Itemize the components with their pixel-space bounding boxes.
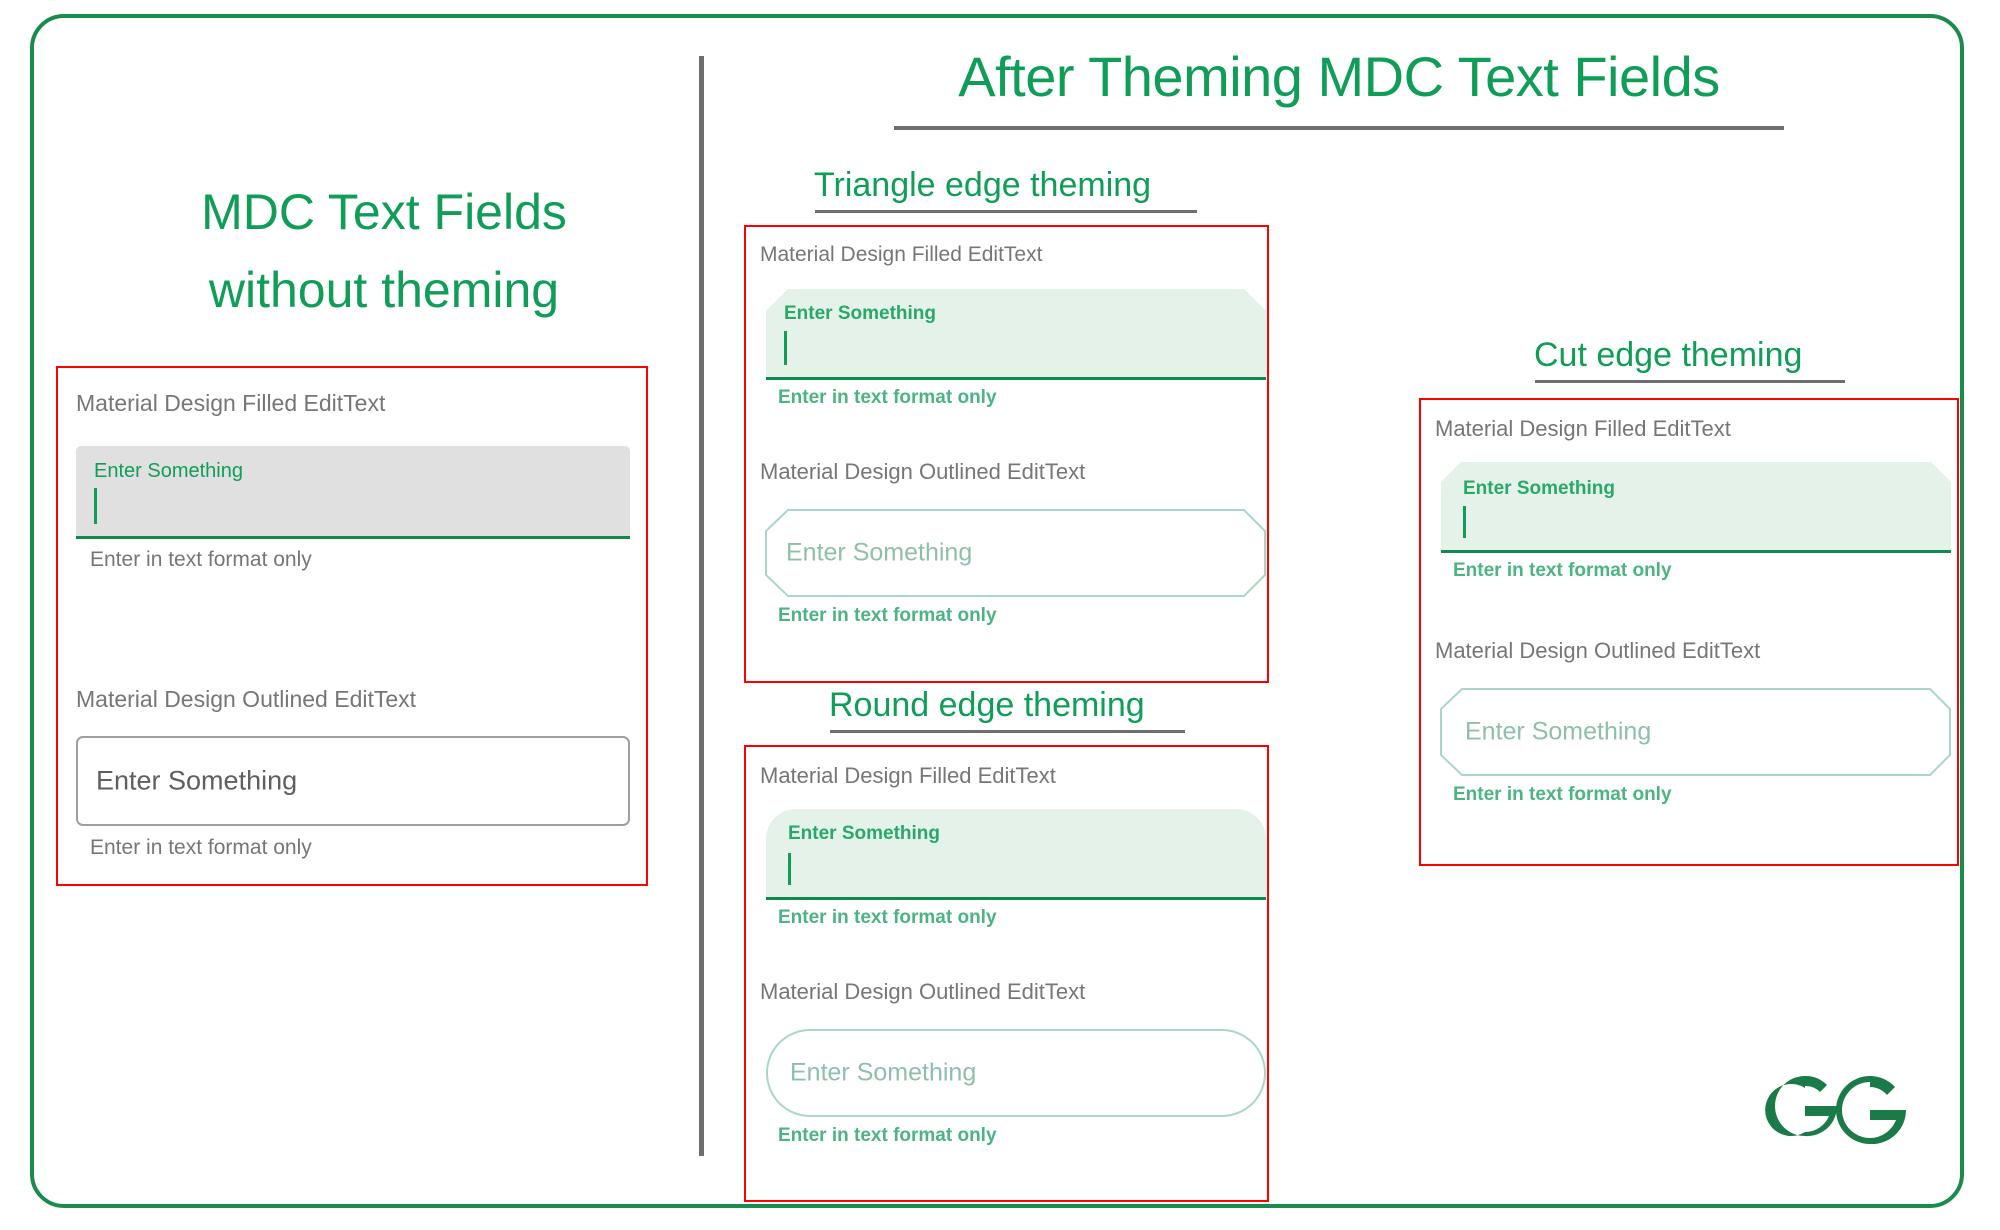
slide-frame: After Theming MDC Text Fields MDC Text F… bbox=[30, 14, 1964, 1208]
filled-float-label-cut: Enter Something bbox=[1463, 478, 1616, 499]
outlined-helper-text-unthemed: Enter in text format only bbox=[90, 836, 312, 859]
outlined-placeholder-unthemed: Enter Something bbox=[96, 765, 298, 796]
outlined-placeholder-cut: Enter Something bbox=[1465, 717, 1652, 746]
outlined-field-label-unthemed: Material Design Outlined EditText bbox=[76, 686, 417, 712]
card-unthemed: Material Design Filled EditText Enter So… bbox=[56, 366, 648, 886]
filled-field-label-round: Material Design Filled EditText bbox=[760, 763, 1056, 788]
page-title: After Theming MDC Text Fields bbox=[958, 45, 1720, 108]
outlined-helper-text-triangle: Enter in text format only bbox=[778, 605, 997, 626]
filled-helper-text-triangle: Enter in text format only bbox=[778, 387, 997, 408]
section-title-cut: Cut edge theming bbox=[1534, 336, 1803, 374]
section-title-cut-underline bbox=[1535, 380, 1845, 383]
left-panel-title-line1: MDC Text Fields bbox=[201, 184, 567, 240]
outlined-field-label-cut: Material Design Outlined EditText bbox=[1435, 638, 1761, 663]
outlined-field-label-triangle: Material Design Outlined EditText bbox=[760, 459, 1086, 484]
filled-underline-round bbox=[766, 897, 1266, 900]
filled-textfield-triangle[interactable]: Enter Something bbox=[766, 289, 1266, 377]
filled-helper-text-round: Enter in text format only bbox=[778, 907, 997, 928]
filled-underline-triangle bbox=[766, 377, 1266, 380]
outlined-helper-text-round: Enter in text format only bbox=[778, 1125, 997, 1146]
outlined-textfield-unthemed[interactable]: Enter Something bbox=[76, 736, 630, 826]
text-caret-cut bbox=[1463, 506, 1466, 538]
text-caret-round bbox=[788, 853, 791, 885]
vertical-divider bbox=[699, 56, 704, 1156]
section-title-triangle: Triangle edge theming bbox=[814, 166, 1152, 204]
filled-textfield-cut[interactable]: Enter Something bbox=[1441, 462, 1951, 550]
section-title-triangle-underline bbox=[815, 210, 1197, 213]
text-caret-unthemed bbox=[94, 488, 97, 524]
card-round-theming: Material Design Filled EditText Enter So… bbox=[744, 745, 1269, 1202]
filled-float-label-triangle: Enter Something bbox=[784, 303, 937, 324]
filled-textfield-round[interactable]: Enter Something bbox=[766, 809, 1266, 897]
left-panel-title-line2: without theming bbox=[208, 262, 560, 318]
card-cut-theming: Material Design Filled EditText Enter So… bbox=[1419, 398, 1959, 866]
geeksforgeeks-logo-icon bbox=[1758, 1058, 1918, 1168]
outlined-placeholder-round: Enter Something bbox=[790, 1058, 977, 1087]
filled-field-label-cut: Material Design Filled EditText bbox=[1435, 416, 1731, 441]
outlined-textfield-triangle[interactable]: Enter Something bbox=[765, 509, 1266, 597]
outlined-textfield-cut[interactable]: Enter Something bbox=[1440, 688, 1951, 776]
section-title-round: Round edge theming bbox=[829, 686, 1145, 724]
outlined-field-label-round: Material Design Outlined EditText bbox=[760, 979, 1086, 1004]
filled-helper-text-unthemed: Enter in text format only bbox=[90, 548, 312, 571]
page-title-underline bbox=[894, 126, 1784, 130]
filled-helper-text-cut: Enter in text format only bbox=[1453, 560, 1672, 581]
section-title-round-underline bbox=[830, 730, 1185, 733]
filled-float-label-unthemed: Enter Something bbox=[94, 460, 243, 482]
filled-underline-unthemed bbox=[76, 536, 630, 539]
cut-edge-shape-icon bbox=[1441, 462, 1951, 550]
left-panel-title: MDC Text Fields without theming bbox=[104, 173, 664, 329]
outlined-helper-text-cut: Enter in text format only bbox=[1453, 784, 1672, 805]
outlined-placeholder-triangle: Enter Something bbox=[786, 538, 973, 567]
filled-underline-cut bbox=[1441, 550, 1951, 553]
filled-textfield-unthemed[interactable]: Enter Something bbox=[76, 446, 630, 536]
filled-field-label-unthemed: Material Design Filled EditText bbox=[76, 390, 386, 416]
filled-float-label-round: Enter Something bbox=[788, 823, 941, 844]
filled-field-label-triangle: Material Design Filled EditText bbox=[760, 243, 1043, 266]
text-caret-triangle bbox=[784, 331, 787, 365]
outlined-textfield-round[interactable]: Enter Something bbox=[766, 1029, 1266, 1117]
card-triangle-theming: Material Design Filled EditText Enter So… bbox=[744, 225, 1269, 683]
